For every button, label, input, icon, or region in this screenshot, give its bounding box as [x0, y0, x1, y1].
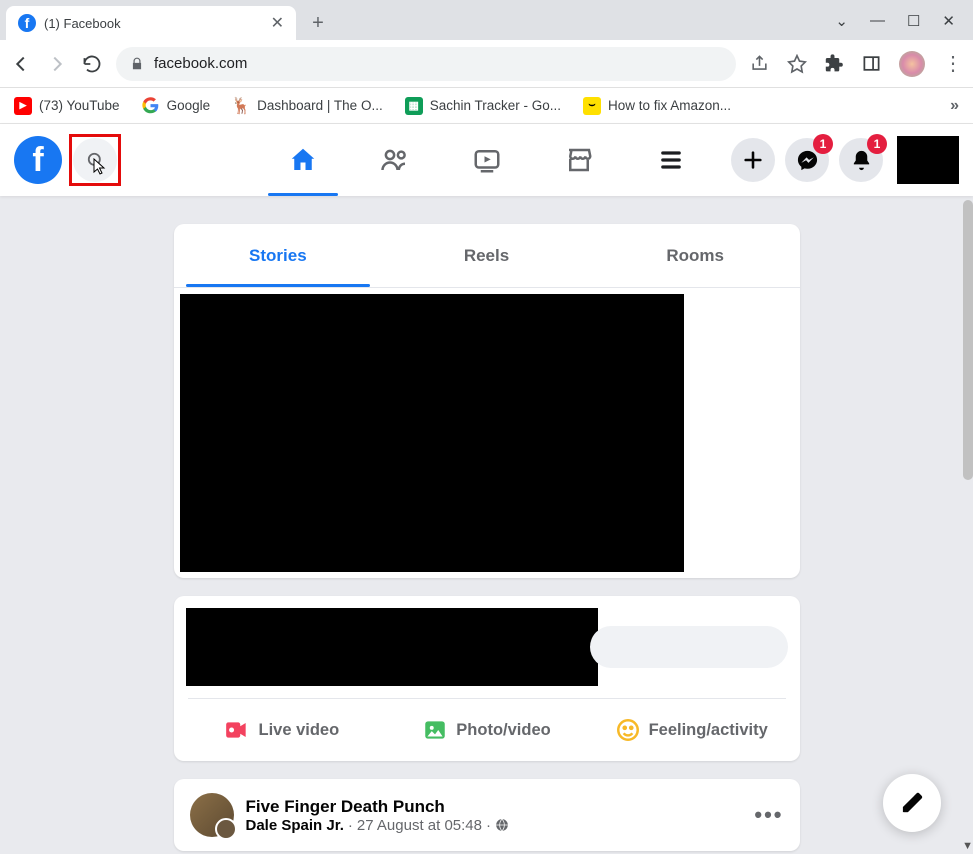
composer-feeling[interactable]: Feeling/activity — [589, 709, 794, 751]
composer-profile-area[interactable] — [186, 608, 598, 686]
nav-home[interactable] — [258, 124, 348, 196]
scroll-down-arrow[interactable]: ▼ — [962, 840, 973, 852]
facebook-favicon: f — [18, 14, 36, 32]
tab-title: (1) Facebook — [44, 16, 263, 31]
bookmark-sheets[interactable]: ▦ Sachin Tracker - Go... — [405, 97, 561, 115]
chevron-down-icon[interactable]: ⌄ — [835, 12, 848, 30]
nav-menu[interactable] — [626, 124, 716, 196]
post-author[interactable]: Dale Spain Jr. — [246, 817, 344, 834]
composer-input[interactable] — [590, 626, 788, 668]
smiley-icon — [615, 717, 641, 743]
facebook-main-nav — [258, 124, 716, 196]
plus-icon — [742, 149, 764, 171]
search-icon — [86, 151, 105, 170]
menu-icon — [657, 146, 685, 174]
bookmark-star-icon[interactable] — [787, 54, 807, 74]
browser-titlebar: f (1) Facebook ✕ + ⌄ — ☐ ✕ — [0, 0, 973, 40]
create-button[interactable] — [731, 138, 775, 182]
composer-live-video[interactable]: Live video — [180, 709, 385, 751]
share-icon[interactable] — [750, 54, 769, 73]
tab-reels[interactable]: Reels — [382, 224, 591, 287]
nav-watch[interactable] — [442, 124, 532, 196]
post-author-avatar — [215, 818, 237, 840]
browser-menu-button[interactable]: ⋮ — [943, 51, 963, 76]
friends-icon — [380, 145, 410, 175]
extensions-icon[interactable] — [825, 54, 844, 73]
nav-friends[interactable] — [350, 124, 440, 196]
bookmarks-bar: ▶ (73) YouTube Google 🦌 Dashboard | The … — [0, 88, 973, 124]
compose-fab[interactable] — [883, 774, 941, 832]
youtube-icon: ▶ — [14, 97, 32, 115]
composer-card: Live video Photo/video Feeling/activity — [174, 596, 800, 761]
post-avatar[interactable] — [190, 793, 234, 837]
composer-photo-video[interactable]: Photo/video — [384, 709, 589, 751]
new-tab-button[interactable]: + — [304, 9, 332, 37]
window-close-button[interactable]: ✕ — [942, 12, 955, 30]
home-icon — [288, 145, 318, 175]
video-camera-icon — [224, 717, 250, 743]
bookmark-google[interactable]: Google — [142, 97, 211, 115]
facebook-logo[interactable]: f — [14, 136, 62, 184]
feed-content: Stories Reels Rooms Live video Photo/vid… — [0, 196, 973, 851]
url-text: facebook.com — [154, 55, 247, 72]
bell-icon — [850, 149, 873, 172]
messenger-button[interactable]: 1 — [785, 138, 829, 182]
post-page-name[interactable]: Five Finger Death Punch — [246, 797, 510, 817]
watch-icon — [472, 145, 502, 175]
notifications-badge: 1 — [867, 134, 887, 154]
edit-icon — [900, 791, 924, 815]
bookmark-dashboard[interactable]: 🦌 Dashboard | The O... — [232, 97, 383, 115]
post-timestamp[interactable]: 27 August at 05:48 — [357, 817, 482, 834]
nav-back-button[interactable] — [10, 53, 32, 75]
notifications-button[interactable]: 1 — [839, 138, 883, 182]
bookmark-amazon[interactable]: ⌣ How to fix Amazon... — [583, 97, 731, 115]
side-panel-icon[interactable] — [862, 54, 881, 73]
feed-post: Five Finger Death Punch Dale Spain Jr. ·… — [174, 779, 800, 851]
tab-rooms[interactable]: Rooms — [591, 224, 800, 287]
bookmark-youtube[interactable]: ▶ (73) YouTube — [14, 97, 120, 115]
facebook-search-button[interactable] — [73, 138, 117, 182]
profile-thumbnail[interactable] — [897, 136, 959, 184]
address-bar[interactable]: facebook.com — [116, 47, 736, 81]
scrollbar-thumb[interactable] — [963, 200, 973, 480]
search-highlight-box — [69, 134, 121, 186]
dashboard-icon: 🦌 — [232, 97, 250, 115]
lock-icon — [130, 57, 144, 71]
messenger-icon — [796, 149, 819, 172]
tab-stories[interactable]: Stories — [174, 224, 383, 287]
smile-icon: ⌣ — [583, 97, 601, 115]
globe-icon — [495, 818, 509, 832]
messenger-badge: 1 — [813, 134, 833, 154]
browser-toolbar: facebook.com ⋮ — [0, 40, 973, 88]
marketplace-icon — [564, 145, 594, 175]
bookmarks-overflow[interactable]: » — [950, 97, 959, 115]
post-more-button[interactable]: ••• — [754, 802, 783, 828]
sheets-icon: ▦ — [405, 97, 423, 115]
facebook-header: f 1 1 — [0, 124, 973, 196]
nav-reload-button[interactable] — [82, 54, 102, 74]
nav-forward-button[interactable] — [46, 53, 68, 75]
google-icon — [142, 97, 160, 115]
tab-close-button[interactable]: ✕ — [271, 13, 284, 33]
window-maximize-button[interactable]: ☐ — [907, 12, 920, 30]
browser-profile-avatar[interactable] — [899, 51, 925, 77]
photo-icon — [422, 717, 448, 743]
stories-tray[interactable] — [180, 294, 684, 572]
nav-marketplace[interactable] — [534, 124, 624, 196]
window-minimize-button[interactable]: — — [870, 12, 885, 30]
stories-card: Stories Reels Rooms — [174, 224, 800, 578]
browser-tab[interactable]: f (1) Facebook ✕ — [6, 6, 296, 40]
